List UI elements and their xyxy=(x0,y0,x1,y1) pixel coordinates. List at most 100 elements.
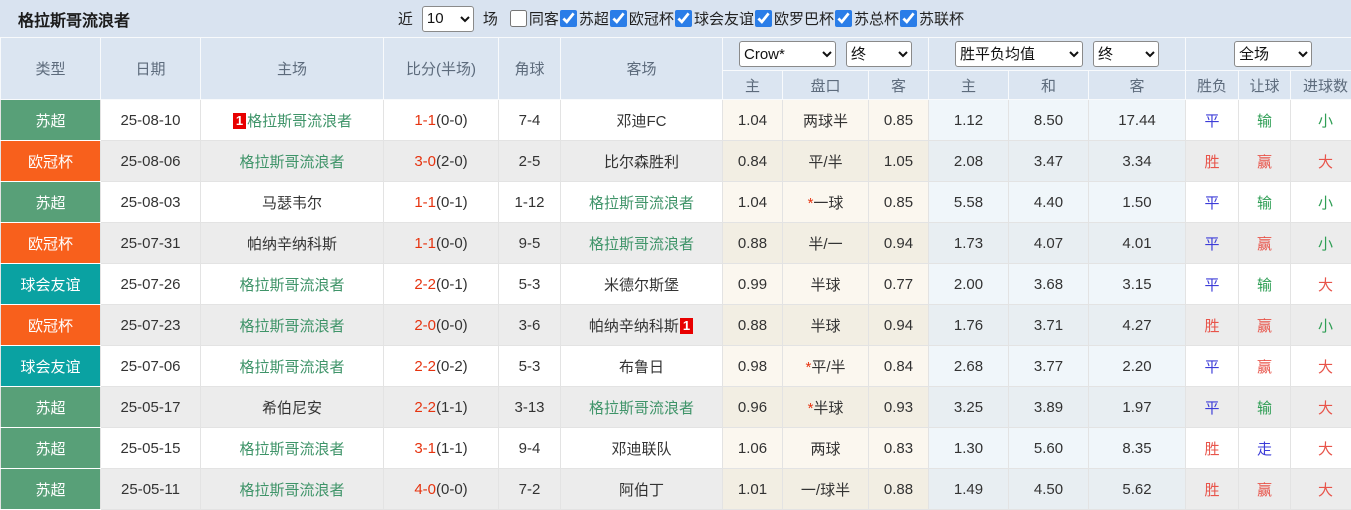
filter-checkbox[interactable] xyxy=(835,10,852,27)
avg-draw-cell: 3.89 xyxy=(1009,387,1089,428)
recent-label: 近 xyxy=(398,8,413,29)
corner-cell: 9-5 xyxy=(499,223,561,264)
sub-header-result: 胜负 xyxy=(1186,71,1239,100)
home-team-name[interactable]: 格拉斯哥流浪者 xyxy=(239,482,344,499)
half-time-score: (1-1) xyxy=(436,440,468,457)
home-team-name[interactable]: 希伯尼安 xyxy=(262,400,322,417)
home-red-card-badge: 1 xyxy=(233,113,246,129)
filter-item[interactable]: 欧罗巴杯 xyxy=(755,8,834,29)
filter-item[interactable]: 苏超 xyxy=(560,8,609,29)
handicap-result-cell: 输 xyxy=(1239,264,1291,305)
handicap-cell: 两球半 xyxy=(783,100,869,141)
filter-checkbox[interactable] xyxy=(900,10,917,27)
handicap-odds-group-header: Crow* 终 xyxy=(723,38,929,71)
away-team-name[interactable]: 邓迪联队 xyxy=(611,441,671,458)
home-team-cell: 格拉斯哥流浪者 xyxy=(201,305,384,346)
odds-company-select[interactable]: Crow* xyxy=(739,41,836,67)
away-team-name[interactable]: 邓迪FC xyxy=(617,113,667,130)
full-time-score: 2-2 xyxy=(414,358,436,375)
handicap-cell: 一/球半 xyxy=(783,469,869,510)
league-type-cell: 球会友谊 xyxy=(1,264,101,305)
handicap-value: 平/半 xyxy=(811,359,845,376)
filter-checkbox[interactable] xyxy=(755,10,772,27)
away-team-name[interactable]: 格拉斯哥流浪者 xyxy=(589,400,694,417)
away-team-name[interactable]: 格拉斯哥流浪者 xyxy=(589,236,694,253)
avg-home-cell: 1.12 xyxy=(929,100,1009,141)
avg-away-cell: 17.44 xyxy=(1089,100,1186,141)
corner-cell: 1-12 xyxy=(499,182,561,223)
away-team-name[interactable]: 格拉斯哥流浪者 xyxy=(589,195,694,212)
home-team-cell: 1格拉斯哥流浪者 xyxy=(201,100,384,141)
away-team-cell: 邓迪联队 xyxy=(561,428,723,469)
full-time-score: 1-1 xyxy=(414,194,436,211)
score-cell: 2-0(0-0) xyxy=(384,305,499,346)
match-date: 25-07-31 xyxy=(101,223,201,264)
match-scope-select[interactable]: 全场 xyxy=(1234,41,1312,67)
handicap-result-cell: 输 xyxy=(1239,100,1291,141)
home-team-name[interactable]: 格拉斯哥流浪者 xyxy=(239,318,344,335)
filter-item[interactable]: 苏联杯 xyxy=(900,8,964,29)
home-team-name[interactable]: 格拉斯哥流浪者 xyxy=(239,359,344,376)
filter-item[interactable]: 苏总杯 xyxy=(835,8,899,29)
home-team-cell: 格拉斯哥流浪者 xyxy=(201,264,384,305)
home-team-name[interactable]: 格拉斯哥流浪者 xyxy=(239,277,344,294)
away-odds-cell: 0.85 xyxy=(869,100,929,141)
goals-cell: 大 xyxy=(1291,346,1351,387)
away-odds-cell: 1.05 xyxy=(869,141,929,182)
away-team-name[interactable]: 比尔森胜利 xyxy=(604,154,679,171)
filter-item[interactable]: 欧冠杯 xyxy=(610,8,674,29)
away-team-cell: 帕纳辛纳科斯1 xyxy=(561,305,723,346)
sub-header-odds-home: 主 xyxy=(723,71,783,100)
avg-away-cell: 2.20 xyxy=(1089,346,1186,387)
avg-draw-cell: 4.50 xyxy=(1009,469,1089,510)
match-row: 欧冠杯 25-07-23 格拉斯哥流浪者 2-0(0-0) 3-6 帕纳辛纳科斯… xyxy=(1,305,1351,346)
home-odds-cell: 0.96 xyxy=(723,387,783,428)
away-red-card-badge: 1 xyxy=(680,318,693,334)
avg-home-cell: 1.49 xyxy=(929,469,1009,510)
filter-checkbox[interactable] xyxy=(510,10,527,27)
home-team-name[interactable]: 格拉斯哥流浪者 xyxy=(239,441,344,458)
filter-checkbox[interactable] xyxy=(675,10,692,27)
avg-odds-select[interactable]: 胜平负均值 xyxy=(955,41,1083,67)
filter-item[interactable]: 球会友谊 xyxy=(675,8,754,29)
filter-label: 球会友谊 xyxy=(694,8,754,29)
avg-away-cell: 1.97 xyxy=(1089,387,1186,428)
match-row: 欧冠杯 25-08-06 格拉斯哥流浪者 3-0(2-0) 2-5 比尔森胜利 … xyxy=(1,141,1351,182)
away-odds-cell: 0.88 xyxy=(869,469,929,510)
handicap-cell: *平/半 xyxy=(783,346,869,387)
home-team-cell: 格拉斯哥流浪者 xyxy=(201,141,384,182)
filter-checkbox[interactable] xyxy=(610,10,627,27)
home-team-name[interactable]: 帕纳辛纳科斯 xyxy=(247,236,337,253)
away-team-name[interactable]: 米德尔斯堡 xyxy=(604,277,679,294)
home-team-name[interactable]: 格拉斯哥流浪者 xyxy=(247,113,352,130)
home-odds-cell: 0.84 xyxy=(723,141,783,182)
match-date: 25-08-10 xyxy=(101,100,201,141)
away-team-name[interactable]: 帕纳辛纳科斯 xyxy=(589,318,679,335)
result-cell: 平 xyxy=(1186,182,1239,223)
handicap-cell: 半/一 xyxy=(783,223,869,264)
handicap-value: 一球 xyxy=(813,195,843,212)
avg-final-select[interactable]: 终 xyxy=(1093,41,1159,67)
home-team-name[interactable]: 格拉斯哥流浪者 xyxy=(239,154,344,171)
score-cell: 4-0(0-0) xyxy=(384,469,499,510)
handicap-value: 两球半 xyxy=(803,113,848,130)
filter-item[interactable]: 同客 xyxy=(510,8,559,29)
match-history-table: 类型 日期 主场 比分(半场) 角球 客场 Crow* 终 胜 xyxy=(0,37,1351,510)
avg-draw-cell: 3.71 xyxy=(1009,305,1089,346)
away-team-name[interactable]: 阿伯丁 xyxy=(619,482,664,499)
avg-draw-cell: 8.50 xyxy=(1009,100,1089,141)
half-time-score: (1-1) xyxy=(436,399,468,416)
away-team-name[interactable]: 布鲁日 xyxy=(619,359,664,376)
home-team-name[interactable]: 马瑟韦尔 xyxy=(262,195,322,212)
avg-home-cell: 2.00 xyxy=(929,264,1009,305)
result-cell: 胜 xyxy=(1186,141,1239,182)
away-odds-cell: 0.77 xyxy=(869,264,929,305)
recent-count-select[interactable]: 10 xyxy=(422,6,474,32)
filter-checkbox[interactable] xyxy=(560,10,577,27)
away-team-cell: 邓迪FC xyxy=(561,100,723,141)
corner-cell: 9-4 xyxy=(499,428,561,469)
handicap-cell: *半球 xyxy=(783,387,869,428)
away-team-cell: 米德尔斯堡 xyxy=(561,264,723,305)
goals-cell: 小 xyxy=(1291,100,1351,141)
handicap-final-select[interactable]: 终 xyxy=(846,41,912,67)
